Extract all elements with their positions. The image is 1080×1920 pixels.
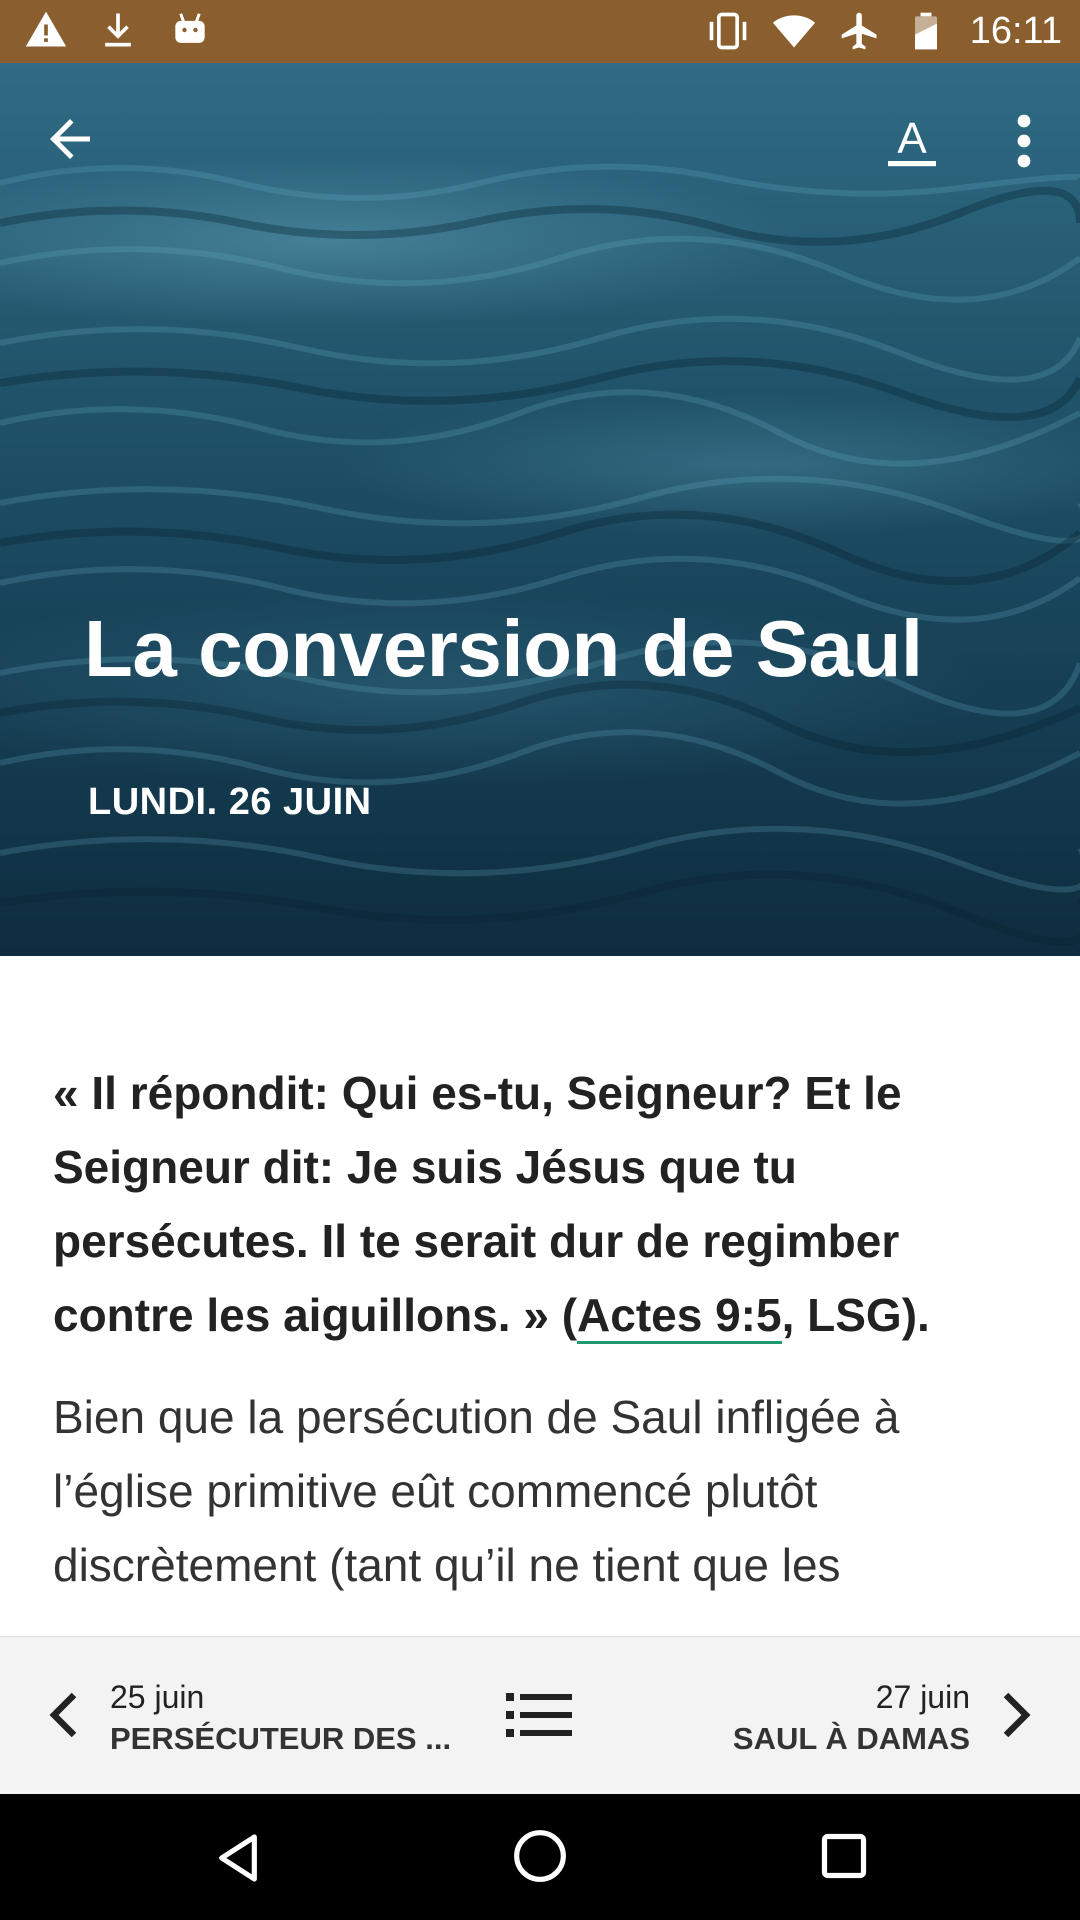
next-lesson-title[interactable]: SAUL À DAMAS: [733, 1721, 970, 1757]
status-time: 16:11: [969, 10, 1062, 52]
prev-lesson-date[interactable]: 25 juin: [110, 1679, 204, 1716]
nav-back-icon[interactable]: [210, 1830, 266, 1886]
wifi-icon: [772, 15, 815, 48]
warning-icon: [25, 11, 67, 47]
status-bar: 16:11: [0, 0, 1080, 63]
chevron-left-icon[interactable]: [44, 1689, 84, 1741]
lesson-navigation: 25 juin PERSÉCUTEUR DES ... 27 juin SAUL…: [0, 1636, 1080, 1795]
airplane-icon: [841, 12, 877, 50]
svg-text:A: A: [897, 114, 927, 163]
lesson-date: LUNDI. 26 JUIN: [88, 781, 372, 823]
lesson-content: « Il répondit: Qui es-tu, Seigneur? Et l…: [53, 1056, 1033, 1602]
text-format-icon[interactable]: A: [880, 109, 944, 173]
prev-lesson-title[interactable]: PERSÉCUTEUR DES ...: [110, 1721, 451, 1757]
hero-banner: A La conversion de Saul LUNDI. 26 JUIN: [0, 63, 1080, 956]
list-icon[interactable]: [506, 1689, 572, 1741]
more-vert-icon[interactable]: [1004, 109, 1044, 173]
app-toolbar: A: [0, 63, 1080, 213]
download-icon: [105, 13, 131, 47]
battery-icon: [914, 12, 937, 50]
nav-recent-icon[interactable]: [818, 1830, 870, 1882]
verse-reference-link[interactable]: Actes 9:5: [577, 1289, 782, 1344]
chevron-right-icon[interactable]: [996, 1689, 1036, 1741]
arrow-left-icon[interactable]: [40, 109, 100, 169]
next-lesson-date[interactable]: 27 juin: [876, 1679, 970, 1716]
verse-suffix: , LSG).: [781, 1289, 930, 1341]
system-nav-bar: [0, 1794, 1080, 1920]
android-icon: [175, 13, 205, 43]
memory-verse: « Il répondit: Qui es-tu, Seigneur? Et l…: [53, 1056, 1033, 1352]
body-paragraph: Bien que la persécution de Saul infligée…: [53, 1391, 900, 1591]
nav-home-icon[interactable]: [512, 1828, 568, 1884]
page-title: La conversion de Saul: [84, 604, 923, 693]
vibrate-icon: [709, 12, 747, 50]
